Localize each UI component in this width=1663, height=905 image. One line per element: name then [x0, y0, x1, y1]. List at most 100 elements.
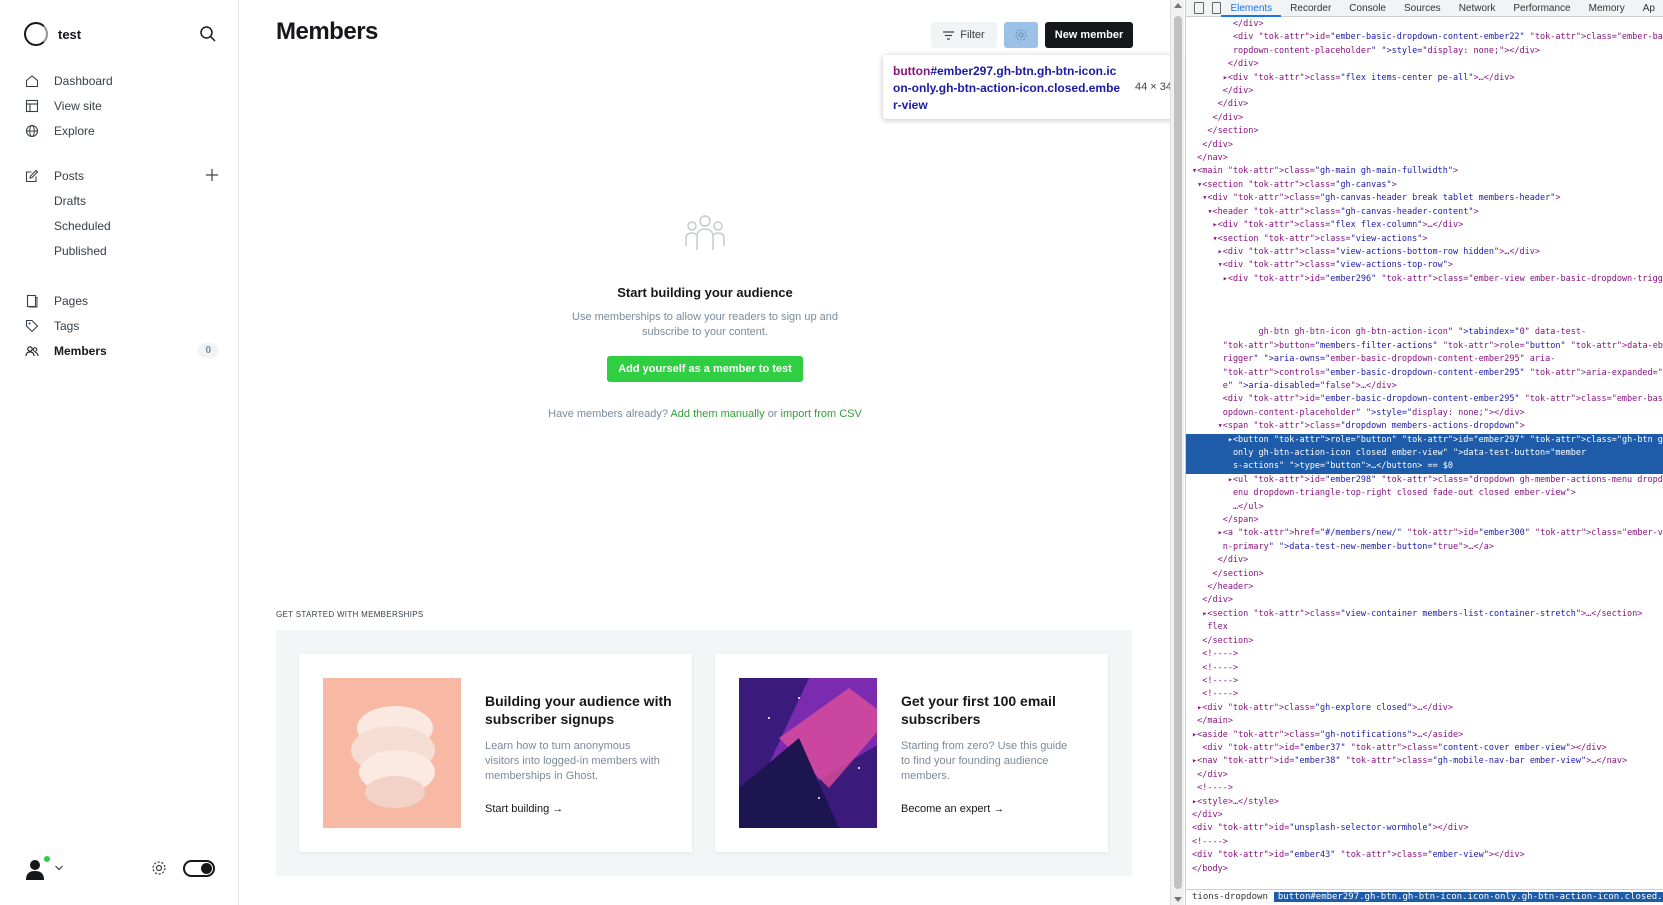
devtools-tab-elements[interactable]: Elements — [1221, 0, 1282, 17]
dom-node-line[interactable] — [1186, 286, 1663, 299]
import-csv-link[interactable]: import from CSV — [781, 408, 862, 420]
members-actions-button[interactable] — [1004, 22, 1038, 48]
devtools-tab-memory[interactable]: Memory — [1580, 0, 1634, 17]
sidebar-item-explore[interactable]: Explore — [24, 118, 224, 143]
dom-node-line[interactable]: ▾<span "tok-attr">class="dropdown member… — [1186, 420, 1663, 433]
devtools-tab-sources[interactable]: Sources — [1395, 0, 1450, 17]
dom-node-line[interactable] — [1186, 300, 1663, 313]
dom-node-line[interactable]: ▸<button "tok-attr">role="button" "tok-a… — [1186, 433, 1663, 447]
dom-node-line[interactable]: n-primary" ">data-test-new-member-button… — [1186, 541, 1663, 554]
new-post-plus-icon[interactable] — [204, 167, 220, 183]
dom-node-line[interactable]: </div> — [1186, 554, 1663, 567]
scroll-down-arrow[interactable] — [1174, 897, 1182, 902]
dom-node-line[interactable]: ▸<div "tok-attr">class="flex flex-column… — [1186, 219, 1663, 232]
card-link[interactable]: Start building → — [485, 803, 563, 815]
dom-node-line[interactable]: e" ">aria-disabled="false">…</div> — [1186, 380, 1663, 393]
devtools-tab-performance[interactable]: Performance — [1504, 0, 1579, 17]
dom-node-line[interactable]: </body> — [1186, 863, 1663, 876]
devtools-tab-ap[interactable]: Ap — [1634, 0, 1663, 17]
dom-node-line[interactable]: only gh-btn-action-icon closed ember-vie… — [1186, 447, 1663, 461]
inspect-element-icon[interactable] — [1194, 2, 1204, 14]
dom-node-line[interactable]: ▾<main "tok-attr">class="gh-main gh-main… — [1186, 165, 1663, 178]
dom-node-line[interactable]: <div "tok-attr">id="unsplash-selector-wo… — [1186, 822, 1663, 835]
dom-node-line[interactable]: ▾<div "tok-attr">class="gh-canvas-header… — [1186, 192, 1663, 205]
dom-node-line[interactable]: ▾<header "tok-attr">class="gh-canvas-hea… — [1186, 206, 1663, 219]
dom-node-line[interactable]: ropdown-content-placeholder" ">style="di… — [1186, 45, 1663, 58]
device-toolbar-icon[interactable] — [1211, 2, 1222, 14]
dom-node-line[interactable]: </section> — [1186, 125, 1663, 138]
dom-node-line[interactable]: </main> — [1186, 715, 1663, 728]
dom-node-line[interactable]: </div> — [1186, 809, 1663, 822]
dom-node-line[interactable]: </div> — [1186, 98, 1663, 111]
scroll-thumb[interactable] — [1174, 16, 1182, 889]
dom-node-line[interactable]: <!----> — [1186, 688, 1663, 701]
dom-node-line[interactable]: ▸<div "tok-attr">id="ember296" "tok-attr… — [1186, 273, 1663, 286]
dom-node-line[interactable]: ▾<section "tok-attr">class="gh-canvas"> — [1186, 179, 1663, 192]
dom-node-line[interactable]: </div> — [1186, 139, 1663, 152]
scroll-up-arrow[interactable] — [1174, 3, 1182, 8]
elements-tree[interactable]: </div> <div "tok-attr">id="ember-basic-d… — [1186, 18, 1663, 890]
add-yourself-button[interactable]: Add yourself as a member to test — [607, 356, 803, 382]
dom-node-line[interactable]: <!----> — [1186, 782, 1663, 795]
dom-node-line[interactable]: "tok-attr">controls="ember-basic-dropdow… — [1186, 367, 1663, 380]
sidebar-item-view-site[interactable]: View site — [24, 93, 224, 118]
dom-node-line[interactable]: </section> — [1186, 635, 1663, 648]
dom-node-line[interactable]: </span> — [1186, 514, 1663, 527]
gear-icon[interactable] — [150, 859, 168, 877]
dom-node-line[interactable]: </div> — [1186, 58, 1663, 71]
sidebar-item-posts[interactable]: Posts — [24, 163, 224, 188]
devtools-tab-network[interactable]: Network — [1450, 0, 1505, 17]
sidebar-item-tags[interactable]: Tags — [24, 313, 224, 338]
dom-node-line[interactable]: ▸<a "tok-attr">href="#/members/new/" "to… — [1186, 527, 1663, 540]
resource-card[interactable]: Get your first 100 email subscribers Sta… — [715, 654, 1108, 852]
dom-node-line[interactable]: ▸<div "tok-attr">class="gh-explore close… — [1186, 702, 1663, 715]
dom-node-line[interactable]: </div> — [1186, 594, 1663, 607]
dom-node-line[interactable]: <!----> — [1186, 675, 1663, 688]
sidebar-item-drafts[interactable]: Drafts — [24, 188, 224, 213]
new-member-button[interactable]: New member — [1045, 22, 1133, 48]
dom-node-line[interactable]: s-actions" ">type="button">…</button> ==… — [1186, 460, 1663, 474]
breadcrumb-item-active[interactable]: button#ember297.gh-btn.gh-btn-icon.icon-… — [1273, 892, 1663, 902]
dom-node-line[interactable]: <div "tok-attr">id="ember43" "tok-attr">… — [1186, 849, 1663, 862]
dom-node-line[interactable]: ▸<ul "tok-attr">id="ember298" "tok-attr"… — [1186, 474, 1663, 487]
dom-node-line[interactable]: <!----> — [1186, 836, 1663, 849]
dom-node-line[interactable]: enu dropdown-triangle-top-right closed f… — [1186, 487, 1663, 500]
dom-node-line[interactable]: flex — [1186, 621, 1663, 634]
dom-node-line[interactable]: </section> — [1186, 568, 1663, 581]
dom-node-line[interactable]: ▸<nav "tok-attr">id="ember38" "tok-attr"… — [1186, 755, 1663, 768]
resource-card[interactable]: Building your audience with subscriber s… — [299, 654, 692, 852]
sidebar-item-pages[interactable]: Pages — [24, 288, 224, 313]
dom-node-line[interactable]: rigger" ">aria-owns="ember-basic-dropdow… — [1186, 353, 1663, 366]
site-brand[interactable]: test — [24, 22, 81, 46]
dom-node-line[interactable]: …</ul> — [1186, 501, 1663, 514]
dom-node-line[interactable]: <div "tok-attr">id="ember-basic-dropdown… — [1186, 393, 1663, 406]
devtools-tab-console[interactable]: Console — [1340, 0, 1395, 17]
dom-node-line[interactable]: <div "tok-attr">id="ember-basic-dropdown… — [1186, 31, 1663, 44]
add-manually-link[interactable]: Add them manually — [670, 408, 764, 420]
dom-node-line[interactable]: </div> — [1186, 769, 1663, 782]
dom-node-line[interactable]: <div "tok-attr">id="ember37" "tok-attr">… — [1186, 742, 1663, 755]
dom-node-line[interactable]: ▸<aside "tok-attr">class="gh-notificatio… — [1186, 729, 1663, 742]
dark-mode-toggle[interactable] — [183, 860, 215, 877]
dom-node-line[interactable]: ▸<section "tok-attr">class="view-contain… — [1186, 608, 1663, 621]
dom-node-line[interactable]: </header> — [1186, 581, 1663, 594]
dom-node-line[interactable]: <!----> — [1186, 648, 1663, 661]
breadcrumb-item[interactable]: tions-dropdown — [1186, 892, 1274, 902]
dom-node-line[interactable] — [1186, 313, 1663, 326]
search-icon[interactable] — [198, 24, 218, 44]
devtools-tab-recorder[interactable]: Recorder — [1281, 0, 1340, 17]
dom-node-line[interactable]: ▾<div "tok-attr">class="view-actions-top… — [1186, 259, 1663, 272]
dom-node-line[interactable]: </div> — [1186, 18, 1663, 31]
main-scrollbar[interactable] — [1170, 0, 1184, 905]
filter-button[interactable]: Filter — [931, 22, 997, 48]
sidebar-item-published[interactable]: Published — [24, 238, 224, 263]
dom-node-line[interactable]: gh-btn gh-btn-icon gh-btn-action-icon" "… — [1186, 326, 1663, 339]
dom-node-line[interactable]: opdown-content-placeholder" ">style="dis… — [1186, 407, 1663, 420]
dom-node-line[interactable]: ▸<style>…</style> — [1186, 796, 1663, 809]
dom-node-line[interactable]: </div> — [1186, 85, 1663, 98]
sidebar-item-dashboard[interactable]: Dashboard — [24, 68, 224, 93]
dom-node-line[interactable]: </nav> — [1186, 152, 1663, 165]
dom-node-line[interactable]: </div> — [1186, 112, 1663, 125]
sidebar-item-scheduled[interactable]: Scheduled — [24, 213, 224, 238]
dom-node-line[interactable]: <!----> — [1186, 662, 1663, 675]
